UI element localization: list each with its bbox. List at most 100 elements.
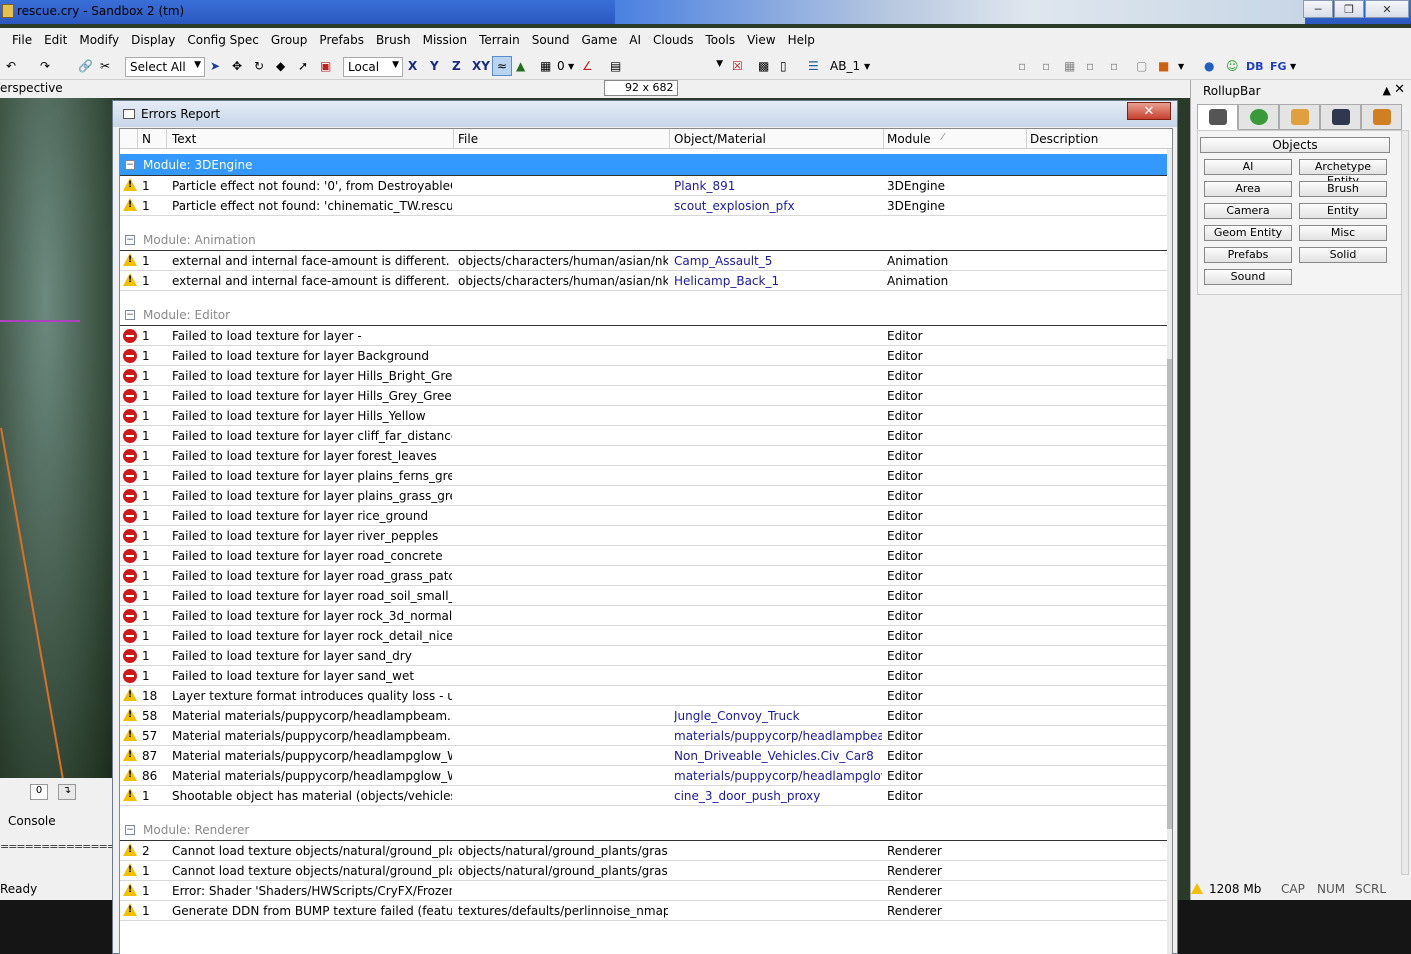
menu-tools[interactable]: Tools: [700, 33, 742, 47]
table-row[interactable]: 86 Material materials/puppycorp/headlampg…: [120, 766, 1172, 786]
grid-value[interactable]: 0: [557, 56, 565, 76]
collapse-icon[interactable]: −: [125, 160, 135, 170]
cell-object[interactable]: materials/puppycorp/headlampbeam....: [674, 729, 882, 743]
delete-layer-icon[interactable]: ☒: [732, 56, 743, 76]
layer-list-icon[interactable]: ▤: [610, 56, 621, 76]
table-row[interactable]: 1 Shootable object has material (objects/…: [120, 786, 1172, 806]
collapse-icon[interactable]: −: [125, 825, 135, 835]
table-row[interactable]: 1 external and internal face-amount is di…: [120, 251, 1172, 271]
table-row[interactable]: 1 Failed to load texture for layer Hills_…: [120, 366, 1172, 386]
table-row[interactable]: 57 Material materials/puppycorp/headlampb…: [120, 726, 1172, 746]
cell-object[interactable]: Helicamp_Back_1: [674, 274, 882, 288]
chevron-down-icon[interactable]: ▼: [568, 56, 574, 76]
menu-file[interactable]: File: [6, 33, 38, 47]
frame-icon[interactable]: ▢: [1136, 56, 1147, 76]
menu-sound[interactable]: Sound: [526, 33, 576, 47]
cell-object[interactable]: Jungle_Convoy_Truck: [674, 709, 882, 723]
menu-edit[interactable]: Edit: [38, 33, 73, 47]
menu-brush[interactable]: Brush: [370, 33, 417, 47]
objects-section-header[interactable]: Objects: [1200, 137, 1390, 153]
axis-xy-button[interactable]: XY: [472, 56, 490, 76]
pin-icon[interactable]: ▲: [1383, 84, 1391, 97]
menu-terrain[interactable]: Terrain: [473, 33, 526, 47]
solid-button[interactable]: Solid: [1299, 247, 1387, 263]
archetype-entity-button[interactable]: Archetype Entity: [1299, 159, 1387, 187]
tab-display[interactable]: [1320, 104, 1361, 130]
axis-z-button[interactable]: Z: [452, 56, 461, 76]
layer-dropdown[interactable]: ▼: [628, 57, 726, 77]
table-row[interactable]: 1 Failed to load texture for layer Backgr…: [120, 346, 1172, 366]
table-row[interactable]: 1 Failed to load texture for layer river_…: [120, 526, 1172, 546]
cell-object[interactable]: cine_3_door_push_proxy: [674, 789, 882, 803]
cell-object[interactable]: scout_explosion_pfx: [674, 199, 882, 213]
menu-clouds[interactable]: Clouds: [647, 33, 700, 47]
table-row[interactable]: 1 Cannot load texture objects/natural/gro…: [120, 861, 1172, 881]
align-left-icon[interactable]: ▫: [1018, 56, 1026, 76]
grid-icon[interactable]: ▦: [540, 56, 551, 76]
area-button[interactable]: Area: [1204, 181, 1292, 197]
scale-icon[interactable]: ◆: [276, 56, 285, 76]
link-icon[interactable]: 🔗: [78, 56, 93, 76]
scrollbar-thumb[interactable]: [1167, 359, 1172, 829]
misc-button[interactable]: Misc: [1299, 225, 1387, 241]
axis-x-button[interactable]: X: [408, 56, 417, 76]
brush-button[interactable]: Brush: [1299, 181, 1387, 197]
table-row[interactable]: 1 Failed to load texture for layer Hills_…: [120, 386, 1172, 406]
coord-system-dropdown[interactable]: Local ▼: [343, 57, 403, 77]
character-icon[interactable]: ☺: [1226, 56, 1239, 76]
table-row[interactable]: 1 Failed to load texture for layer plains…: [120, 486, 1172, 506]
select-mode-dropdown[interactable]: Select All ▼: [125, 57, 205, 77]
table-row[interactable]: 1 Failed to load texture for layer road_g…: [120, 566, 1172, 586]
close-button[interactable]: ✕: [1365, 0, 1409, 18]
menu-mission[interactable]: Mission: [417, 33, 473, 47]
table-row[interactable]: 1 Failed to load texture for layer road_c…: [120, 546, 1172, 566]
menu-game[interactable]: Game: [576, 33, 624, 47]
undo-icon[interactable]: ↶: [6, 56, 16, 76]
sound-button[interactable]: Sound: [1204, 269, 1292, 285]
rotate-icon[interactable]: ↻: [254, 56, 264, 76]
chevron-down-icon[interactable]: ▼: [1290, 56, 1296, 76]
table-row[interactable]: 1 Failed to load texture for layer - Edito…: [120, 326, 1172, 346]
terrain-follow-icon[interactable]: ≈: [492, 56, 512, 76]
table-row[interactable]: 1 Failed to load texture for layer forest…: [120, 446, 1172, 466]
move-icon[interactable]: ✥: [232, 56, 242, 76]
menu-help[interactable]: Help: [782, 33, 821, 47]
fg-button[interactable]: FG: [1270, 56, 1287, 76]
table-row[interactable]: 1 Generate DDN from BUMP texture failed (…: [120, 901, 1172, 921]
menu-config-spec[interactable]: Config Spec: [181, 33, 265, 47]
group-header[interactable]: − Module: Editor: [120, 304, 1172, 326]
entity-button[interactable]: Entity: [1299, 203, 1387, 219]
column-n[interactable]: N: [142, 132, 151, 146]
table-row[interactable]: 1 Error: Shader 'Shaders/HWScripts/CryFX/…: [120, 881, 1172, 901]
chevron-down-icon[interactable]: ▼: [1178, 56, 1184, 76]
color-icon[interactable]: ■: [1158, 56, 1169, 76]
tab-terrain[interactable]: [1238, 104, 1279, 130]
rollup-scrollbar[interactable]: [1401, 130, 1409, 875]
redo-icon[interactable]: ↷: [40, 56, 50, 76]
table-row[interactable]: 1 Failed to load texture for layer Hills_…: [120, 406, 1172, 426]
menu-modify[interactable]: Modify: [73, 33, 125, 47]
chevron-down-icon[interactable]: ▼: [864, 56, 870, 76]
column-module[interactable]: Module: [887, 132, 931, 146]
cell-object[interactable]: materials/puppycorp/headlampglow_...: [674, 769, 882, 783]
group-header[interactable]: − Module: 3DEngine: [120, 154, 1172, 176]
table-row[interactable]: 1 Failed to load texture for layer road_s…: [120, 586, 1172, 606]
table-row[interactable]: 1 external and internal face-amount is di…: [120, 271, 1172, 291]
prefab-icon[interactable]: ▩: [758, 56, 769, 76]
menu-display[interactable]: Display: [125, 33, 181, 47]
console-label[interactable]: Console: [8, 814, 56, 828]
globe-icon[interactable]: ●: [1204, 56, 1214, 76]
table-row[interactable]: 1 Particle effect not found: '0', from De…: [120, 176, 1172, 196]
axis-y-button[interactable]: Y: [430, 56, 439, 76]
align-right-icon[interactable]: ▫: [1042, 56, 1050, 76]
menu-ai[interactable]: AI: [623, 33, 647, 47]
layers-icon[interactable]: ☰: [808, 56, 819, 76]
minimize-button[interactable]: ─: [1303, 0, 1333, 18]
select-terrain-icon[interactable]: ➚: [298, 56, 308, 76]
time-button[interactable]: ↴: [58, 784, 76, 800]
align-top-icon[interactable]: ▫: [1086, 56, 1094, 76]
time-input[interactable]: 0: [30, 784, 48, 800]
group-header[interactable]: − Module: Animation: [120, 229, 1172, 251]
column-file[interactable]: File: [458, 132, 478, 146]
layer-name[interactable]: AB_1: [830, 56, 860, 76]
